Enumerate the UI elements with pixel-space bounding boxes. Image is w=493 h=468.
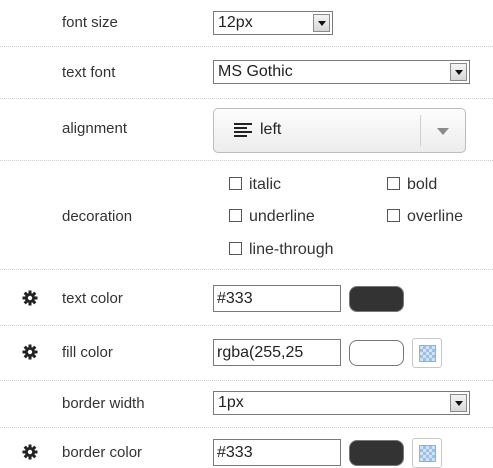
overline-checkbox[interactable]: overline <box>387 208 463 226</box>
border-color-label: border color <box>62 444 143 461</box>
text-font-label: text font <box>62 64 116 81</box>
checkbox-box[interactable] <box>229 242 242 255</box>
border-pattern-button[interactable] <box>412 438 442 468</box>
text-color-row: text color #333 <box>0 270 493 326</box>
line-through-label: line-through <box>249 241 334 258</box>
border-width-row: border width 1px <box>0 381 493 428</box>
underline-checkbox[interactable]: underline <box>229 208 315 226</box>
fill-color-value: rgba(255,25 <box>217 344 304 361</box>
alignment-value: left <box>260 121 282 138</box>
fill-color-swatch[interactable] <box>349 340 404 366</box>
bold-checkbox[interactable]: bold <box>387 176 437 194</box>
border-width-label: border width <box>62 395 145 412</box>
fill-color-input[interactable]: rgba(255,25 <box>213 339 341 366</box>
fill-color-label: fill color <box>62 344 113 361</box>
font-size-label: font size <box>62 14 118 31</box>
font-size-row: font size 12px <box>0 0 493 47</box>
alignment-dropdown[interactable]: left <box>213 108 466 153</box>
underline-label: underline <box>249 208 315 225</box>
decoration-label: decoration <box>62 208 133 225</box>
line-through-checkbox[interactable]: line-through <box>229 241 334 259</box>
gear-icon[interactable] <box>22 444 38 460</box>
border-color-value: #333 <box>217 444 253 461</box>
border-width-select[interactable]: 1px <box>213 391 470 415</box>
dropdown-separator <box>420 115 421 146</box>
italic-label: italic <box>249 176 282 193</box>
italic-checkbox[interactable]: italic <box>229 176 281 194</box>
align-left-icon <box>234 123 252 139</box>
text-color-label: text color <box>62 290 123 307</box>
border-color-swatch[interactable] <box>349 440 404 466</box>
chevron-down-icon[interactable] <box>450 63 467 81</box>
chevron-down-icon[interactable] <box>450 394 467 412</box>
text-color-value: #333 <box>217 290 253 307</box>
pattern-icon <box>419 445 436 462</box>
gear-icon[interactable] <box>22 344 38 360</box>
font-size-value: 12px <box>218 14 253 31</box>
decoration-row: decoration italic bold underline overlin… <box>0 161 493 270</box>
alignment-label: alignment <box>62 120 128 137</box>
checkbox-box[interactable] <box>387 177 400 190</box>
border-width-value: 1px <box>218 394 244 411</box>
fill-color-row: fill color rgba(255,25 <box>0 326 493 381</box>
border-color-input[interactable]: #333 <box>213 439 341 466</box>
text-color-swatch[interactable] <box>349 286 404 312</box>
checkbox-box[interactable] <box>229 209 242 222</box>
text-font-row: text font MS Gothic <box>0 47 493 99</box>
font-size-select[interactable]: 12px <box>213 11 333 35</box>
text-font-select[interactable]: MS Gothic <box>213 60 470 84</box>
checkbox-box[interactable] <box>387 209 400 222</box>
chevron-down-icon[interactable] <box>437 128 449 135</box>
border-color-row: border color #333 <box>0 428 493 468</box>
pattern-icon <box>419 345 436 362</box>
bold-label: bold <box>407 176 438 193</box>
text-color-input[interactable]: #333 <box>213 285 341 312</box>
overline-label: overline <box>407 208 464 225</box>
chevron-down-icon[interactable] <box>313 14 330 32</box>
fill-pattern-button[interactable] <box>412 338 442 368</box>
gear-icon[interactable] <box>22 290 38 306</box>
checkbox-box[interactable] <box>229 177 242 190</box>
text-font-value: MS Gothic <box>218 63 293 80</box>
